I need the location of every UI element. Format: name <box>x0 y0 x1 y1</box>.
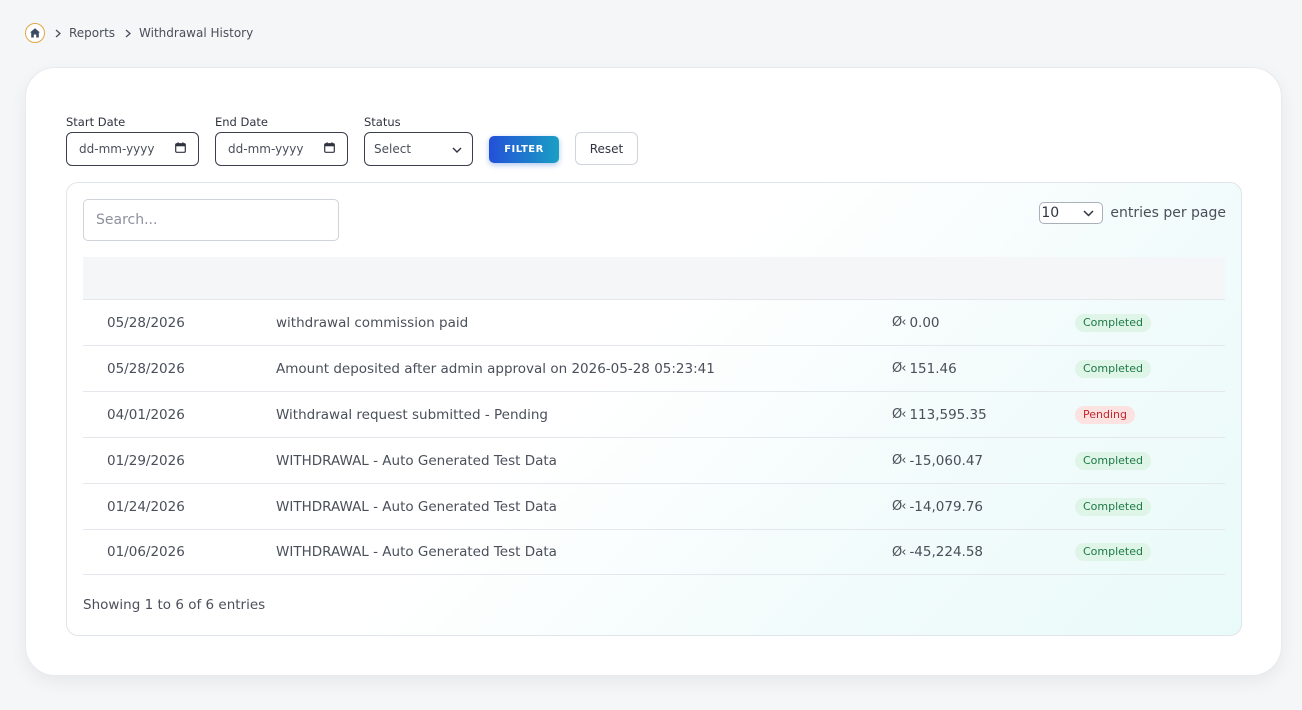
search-placeholder: Search... <box>96 212 158 228</box>
entries-select[interactable]: 10 <box>1039 202 1104 224</box>
calendar-icon[interactable] <box>175 142 186 156</box>
row-amount-value: 113,595.35 <box>909 406 987 423</box>
status-badge: Completed <box>1075 313 1151 332</box>
row-status: Completed <box>1075 346 1151 391</box>
end-date-placeholder: dd-mm-yyyy <box>228 142 304 156</box>
search-input[interactable]: Search... <box>83 199 339 241</box>
row-amount-value: -15,060.47 <box>909 452 984 469</box>
row-amount-value: -14,079.76 <box>909 498 984 515</box>
row-description: WITHDRAWAL - Auto Generated Test Data <box>276 452 557 469</box>
row-amount-value: -45,224.58 <box>909 544 984 560</box>
row-status: Completed <box>1075 530 1151 574</box>
row-description: Withdrawal request submitted - Pending <box>276 406 548 423</box>
currency-symbol: Ø‹ <box>892 407 906 422</box>
table-row: 05/28/2026 Amount deposited after admin … <box>83 346 1225 392</box>
reset-button[interactable]: Reset <box>575 132 638 165</box>
table-row: 01/06/2026 WITHDRAWAL - Auto Generated T… <box>83 530 1225 575</box>
breadcrumb-item-withdrawal-history: Withdrawal History <box>139 26 254 40</box>
row-date: 05/28/2026 <box>107 314 185 331</box>
page: Reports Withdrawal History Start Date dd… <box>0 0 1302 710</box>
table-panel: Search... 10 entries per page 05/28/2026… <box>66 182 1242 636</box>
row-description: WITHDRAWAL - Auto Generated Test Data <box>276 544 557 560</box>
status-select[interactable]: Select <box>364 132 473 166</box>
row-amount: Ø‹ -15,060.47 <box>892 438 983 483</box>
status-badge: Completed <box>1075 497 1151 516</box>
chevron-right-icon <box>55 29 61 38</box>
currency-symbol: Ø‹ <box>892 361 906 376</box>
row-date: 01/24/2026 <box>107 498 185 515</box>
status-badge: Completed <box>1075 543 1151 561</box>
status-badge: Pending <box>1075 405 1135 424</box>
status-badge: Completed <box>1075 359 1151 378</box>
row-amount: Ø‹ -45,224.58 <box>892 530 983 574</box>
calendar-icon[interactable] <box>324 142 335 156</box>
row-status: Completed <box>1075 300 1151 345</box>
table-row: 04/01/2026 Withdrawal request submitted … <box>83 392 1225 438</box>
row-date: 04/01/2026 <box>107 406 185 423</box>
status-badge: Completed <box>1075 451 1151 470</box>
start-date-placeholder: dd-mm-yyyy <box>79 142 155 156</box>
breadcrumb-item-reports[interactable]: Reports <box>69 26 115 40</box>
breadcrumb: Reports Withdrawal History <box>25 23 253 43</box>
chevron-down-icon <box>1083 205 1094 221</box>
filter-button[interactable]: FILTER <box>489 136 559 163</box>
table-row: 01/29/2026 WITHDRAWAL - Auto Generated T… <box>83 438 1225 484</box>
table-row: 01/24/2026 WITHDRAWAL - Auto Generated T… <box>83 484 1225 530</box>
table-body: 05/28/2026 withdrawal commission paid Ø‹… <box>83 300 1225 575</box>
end-date-input[interactable]: dd-mm-yyyy <box>215 132 348 166</box>
row-status: Completed <box>1075 438 1151 483</box>
status-label: Status <box>364 115 401 129</box>
row-description: Amount deposited after admin approval on… <box>276 360 715 377</box>
entries-value: 10 <box>1041 205 1060 221</box>
withdrawal-history-card: Start Date dd-mm-yyyy End Date dd-mm-yyy… <box>25 67 1282 676</box>
entries-per-page: 10 entries per page <box>1039 202 1226 224</box>
currency-symbol: Ø‹ <box>892 315 906 330</box>
row-date: 01/29/2026 <box>107 452 185 469</box>
home-icon[interactable] <box>25 23 45 43</box>
currency-symbol: Ø‹ <box>892 453 906 468</box>
end-date-label: End Date <box>215 115 268 129</box>
row-amount-value: 0.00 <box>909 314 940 331</box>
row-description: withdrawal commission paid <box>276 314 469 331</box>
chevron-down-icon <box>452 142 462 156</box>
currency-symbol: Ø‹ <box>892 499 906 514</box>
row-amount: Ø‹ 0.00 <box>892 300 940 345</box>
row-status: Pending <box>1075 392 1135 437</box>
row-description: WITHDRAWAL - Auto Generated Test Data <box>276 498 557 515</box>
table-info: Showing 1 to 6 of 6 entries <box>83 597 266 613</box>
entries-suffix: entries per page <box>1110 205 1226 221</box>
table-row: 05/28/2026 withdrawal commission paid Ø‹… <box>83 300 1225 346</box>
start-date-input[interactable]: dd-mm-yyyy <box>66 132 199 166</box>
row-amount-value: 151.46 <box>909 360 957 377</box>
row-status: Completed <box>1075 484 1151 529</box>
row-amount: Ø‹ 151.46 <box>892 346 957 391</box>
row-amount: Ø‹ 113,595.35 <box>892 392 987 437</box>
table-header <box>83 257 1225 300</box>
row-date: 01/06/2026 <box>107 544 185 560</box>
row-date: 05/28/2026 <box>107 360 185 377</box>
status-selected-value: Select <box>374 142 412 156</box>
row-amount: Ø‹ -14,079.76 <box>892 484 983 529</box>
chevron-right-icon <box>125 29 132 38</box>
currency-symbol: Ø‹ <box>892 544 906 560</box>
start-date-label: Start Date <box>66 115 126 129</box>
